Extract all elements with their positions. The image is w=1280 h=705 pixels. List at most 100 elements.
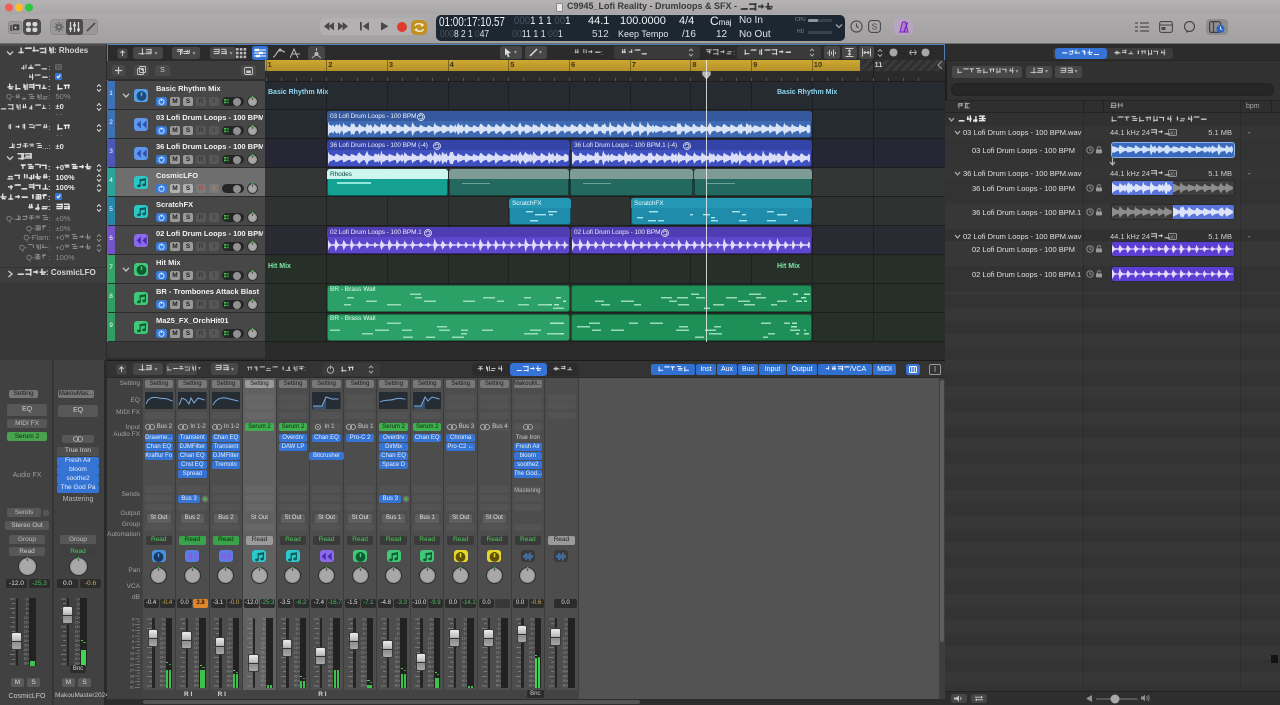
svg-text:21: 21 xyxy=(462,651,466,655)
svg-text:3: 3 xyxy=(296,622,298,626)
svg-text:21: 21 xyxy=(74,630,78,634)
svg-text:50: 50 xyxy=(428,679,432,683)
svg-text:6: 6 xyxy=(396,627,398,631)
svg-text:18: 18 xyxy=(495,646,499,650)
svg-text:50: 50 xyxy=(260,679,264,683)
svg-text:16: 16 xyxy=(130,657,134,661)
svg-text:18: 18 xyxy=(428,646,432,650)
svg-text:0: 0 xyxy=(464,618,466,622)
svg-text:6: 6 xyxy=(229,627,231,631)
svg-text:9: 9 xyxy=(296,632,298,636)
svg-text:40: 40 xyxy=(462,670,466,674)
svg-text:35: 35 xyxy=(361,665,365,669)
svg-text:51: 51 xyxy=(130,686,134,690)
svg-text:6: 6 xyxy=(296,627,298,631)
svg-text:35: 35 xyxy=(74,643,78,647)
svg-text:45: 45 xyxy=(160,674,164,678)
svg-text:60: 60 xyxy=(462,684,466,688)
svg-text:12: 12 xyxy=(160,637,164,641)
svg-text:0: 0 xyxy=(531,618,533,622)
svg-text:30: 30 xyxy=(529,660,533,664)
svg-text:3: 3 xyxy=(25,602,27,606)
svg-text:6: 6 xyxy=(329,627,331,631)
svg-text:45: 45 xyxy=(495,674,499,678)
svg-text:12: 12 xyxy=(361,637,365,641)
svg-text:3: 3 xyxy=(76,602,78,606)
svg-text:24: 24 xyxy=(428,655,432,659)
svg-text:50: 50 xyxy=(361,679,365,683)
svg-text:30: 30 xyxy=(260,660,264,664)
svg-text:60: 60 xyxy=(428,684,432,688)
svg-text:5: 5 xyxy=(132,640,134,644)
svg-text:40: 40 xyxy=(74,648,78,652)
svg-text:3: 3 xyxy=(363,622,365,626)
svg-text:0: 0 xyxy=(564,618,566,622)
svg-text:50: 50 xyxy=(495,679,499,683)
svg-text:18: 18 xyxy=(462,646,466,650)
svg-text:12: 12 xyxy=(327,637,331,641)
svg-text:9: 9 xyxy=(262,632,264,636)
svg-text:30: 30 xyxy=(294,660,298,664)
svg-text:15: 15 xyxy=(529,641,533,645)
svg-text:0: 0 xyxy=(229,618,231,622)
svg-text:21: 21 xyxy=(193,651,197,655)
svg-text:41: 41 xyxy=(130,680,134,684)
svg-text:6: 6 xyxy=(262,627,264,631)
svg-text:18: 18 xyxy=(327,646,331,650)
svg-text:18: 18 xyxy=(395,646,399,650)
svg-text:0: 0 xyxy=(329,618,331,622)
svg-text:45: 45 xyxy=(562,674,566,678)
svg-text:18: 18 xyxy=(260,646,264,650)
svg-text:9: 9 xyxy=(531,632,533,636)
svg-text:50: 50 xyxy=(23,657,27,661)
svg-text:3: 3 xyxy=(430,622,432,626)
svg-text:45: 45 xyxy=(395,674,399,678)
svg-text:40: 40 xyxy=(227,670,231,674)
svg-text:50: 50 xyxy=(294,679,298,683)
svg-text:50: 50 xyxy=(529,679,533,683)
svg-text:50: 50 xyxy=(74,657,78,661)
svg-text:24: 24 xyxy=(193,655,197,659)
svg-text:30: 30 xyxy=(428,660,432,664)
svg-text:30: 30 xyxy=(160,660,164,664)
svg-text:6: 6 xyxy=(132,617,134,621)
svg-text:0: 0 xyxy=(430,618,432,622)
svg-text:6: 6 xyxy=(363,627,365,631)
svg-text:9: 9 xyxy=(430,632,432,636)
svg-text:24: 24 xyxy=(361,655,365,659)
svg-text:40: 40 xyxy=(495,670,499,674)
svg-text:12: 12 xyxy=(529,637,533,641)
svg-text:21: 21 xyxy=(361,651,365,655)
svg-text:40: 40 xyxy=(260,670,264,674)
svg-text:50: 50 xyxy=(327,679,331,683)
svg-text:6: 6 xyxy=(25,607,27,611)
svg-text:15: 15 xyxy=(227,641,231,645)
svg-text:24: 24 xyxy=(23,634,27,638)
svg-text:24: 24 xyxy=(495,655,499,659)
svg-text:24: 24 xyxy=(462,655,466,659)
svg-text:35: 35 xyxy=(462,665,466,669)
svg-text:35: 35 xyxy=(23,643,27,647)
svg-text:9: 9 xyxy=(76,611,78,615)
svg-text:18: 18 xyxy=(74,625,78,629)
svg-text:15: 15 xyxy=(495,641,499,645)
svg-text:3: 3 xyxy=(564,622,566,626)
svg-text:24: 24 xyxy=(294,655,298,659)
svg-text:6: 6 xyxy=(497,627,499,631)
svg-text:45: 45 xyxy=(23,653,27,657)
svg-text:15: 15 xyxy=(160,641,164,645)
svg-text:18: 18 xyxy=(160,646,164,650)
svg-text:21: 21 xyxy=(130,663,134,667)
svg-text:60: 60 xyxy=(562,684,566,688)
svg-text:60: 60 xyxy=(23,662,27,666)
svg-text:24: 24 xyxy=(260,655,264,659)
svg-text:35: 35 xyxy=(260,665,264,669)
svg-text:50: 50 xyxy=(562,679,566,683)
svg-text:35: 35 xyxy=(395,665,399,669)
svg-text:30: 30 xyxy=(395,660,399,664)
svg-text:3: 3 xyxy=(464,622,466,626)
svg-text:40: 40 xyxy=(294,670,298,674)
svg-text:12: 12 xyxy=(260,637,264,641)
svg-text:60: 60 xyxy=(260,684,264,688)
svg-text:60: 60 xyxy=(227,684,231,688)
